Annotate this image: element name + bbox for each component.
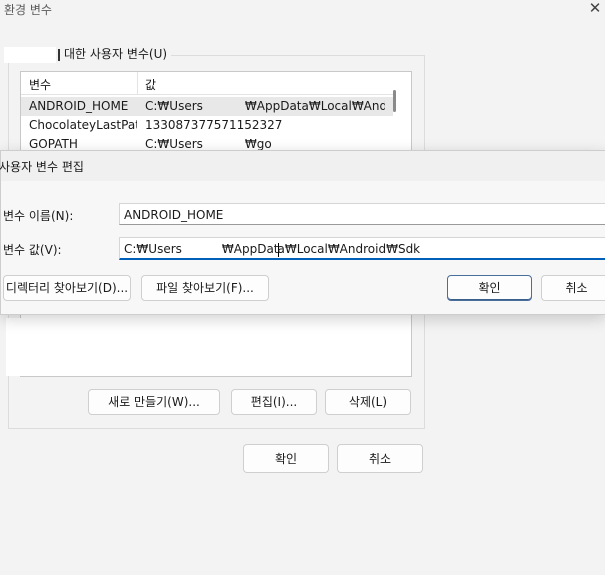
dialog-title: 사용자 변수 편집 <box>0 160 84 174</box>
column-header-value[interactable]: 값 <box>145 76 156 93</box>
variable-name-label: 변수 이름(N): <box>3 209 74 223</box>
list-row-chocolatey[interactable]: ChocolateyLastPat... 133087377571152327 <box>21 116 393 135</box>
variable-value-input[interactable]: C:₩Users ₩AppData₩Local₩Android₩Sdk <box>119 237 605 260</box>
group-title-text: 대한 사용자 변수(U) <box>64 47 168 61</box>
redacted-username <box>181 242 222 257</box>
close-icon[interactable]: ✕ <box>584 0 605 17</box>
variable-value-label: 변수 값(V): <box>3 243 62 257</box>
browse-file-button[interactable]: 파일 찾아보기(F)... <box>141 275 269 301</box>
delete-user-variable-button[interactable]: 삭제(L) <box>325 389 411 415</box>
column-divider <box>137 72 138 94</box>
window-title: 환경 변수 <box>4 3 52 17</box>
edit-user-variable-dialog: 사용자 변수 편집 변수 이름(N): ANDROID_HOME 변수 값(V)… <box>0 150 605 315</box>
ok-button[interactable]: 확인 <box>243 444 329 473</box>
redacted-username <box>4 46 56 63</box>
row-name: ChocolateyLastPat... <box>29 118 137 132</box>
redacted-region <box>6 318 389 376</box>
edit-user-variable-button[interactable]: 편집(I)... <box>231 389 317 415</box>
new-user-variable-button[interactable]: 새로 만들기(W)... <box>88 389 220 415</box>
scrollbar-thumb[interactable] <box>393 90 396 112</box>
variable-name-input[interactable]: ANDROID_HOME <box>119 203 605 225</box>
row-value: C:₩Users₩AppData₩Local₩Androi... <box>145 99 385 113</box>
legend-divider <box>58 48 60 61</box>
list-row-android-home[interactable]: ANDROID_HOME C:₩Users₩AppData₩Local₩Andr… <box>21 97 393 116</box>
user-variables-group-title: 대한 사용자 변수(U) <box>4 45 172 63</box>
row-name: ANDROID_HOME <box>29 99 129 113</box>
column-header-variable[interactable]: 변수 <box>29 76 51 93</box>
cancel-button[interactable]: 취소 <box>337 444 423 473</box>
dialog-titlebar: 사용자 변수 편집 <box>0 151 605 181</box>
list-header: 변수 값 <box>21 72 393 95</box>
browse-directory-button[interactable]: 디렉터리 찾아보기(D)... <box>3 275 131 301</box>
row-value: 133087377571152327 <box>145 118 283 132</box>
dialog-cancel-button[interactable]: 취소 <box>541 275 605 301</box>
dialog-ok-button[interactable]: 확인 <box>447 275 532 301</box>
